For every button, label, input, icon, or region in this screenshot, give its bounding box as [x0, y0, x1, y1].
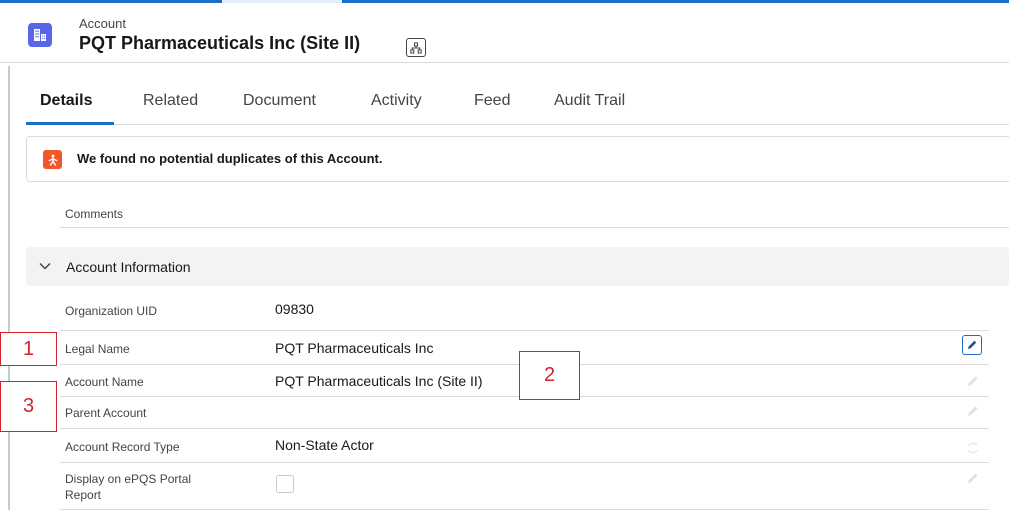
- record-object-type: Account: [79, 16, 126, 31]
- tab-feed[interactable]: Feed: [474, 92, 510, 110]
- field-value: PQT Pharmaceuticals Inc: [275, 340, 434, 356]
- duplicate-check-message: We found no potential duplicates of this…: [77, 151, 383, 166]
- tab-related[interactable]: Related: [143, 92, 198, 110]
- field-value: 09830: [275, 301, 314, 317]
- panel-left-border: [8, 66, 10, 510]
- tab-document[interactable]: Document: [243, 92, 316, 110]
- account-icon: [28, 23, 52, 47]
- record-header: Account PQT Pharmaceuticals Inc (Site II…: [0, 3, 1009, 63]
- pencil-icon[interactable]: [966, 471, 980, 485]
- field-row-parent-account: Parent Account: [60, 397, 989, 429]
- account-information-section-toggle[interactable]: Account Information: [26, 247, 1009, 286]
- field-label: Organization UID: [65, 304, 158, 318]
- field-label: Parent Account: [65, 406, 147, 420]
- hierarchy-icon: [410, 42, 422, 53]
- field-value: PQT Pharmaceuticals Inc (Site II): [275, 373, 483, 389]
- section-title: Account Information: [66, 259, 191, 275]
- edit-legal-name-button[interactable]: [962, 335, 982, 355]
- comments-label: Comments: [65, 207, 124, 221]
- duplicate-check-card: We found no potential duplicates of this…: [26, 136, 1009, 182]
- tab-details[interactable]: Details: [40, 92, 92, 110]
- comments-divider: [60, 227, 1009, 228]
- field-label: Account Name: [65, 375, 144, 389]
- annotation-marker-2: 2: [519, 351, 580, 400]
- view-hierarchy-button[interactable]: [406, 38, 426, 57]
- field-label: Display on ePQS Portal Report: [65, 472, 192, 502]
- pencil-icon: [968, 340, 977, 349]
- field-label: Account Record Type: [65, 440, 180, 454]
- active-tab-underline: [26, 122, 114, 125]
- field-row-organization-uid: Organization UID 09830: [60, 294, 989, 331]
- account-record-page: Account PQT Pharmaceuticals Inc (Site II…: [0, 0, 1009, 510]
- change-record-type-icon[interactable]: [966, 441, 980, 455]
- display-on-epqs-checkbox: [276, 475, 294, 493]
- record-title: PQT Pharmaceuticals Inc (Site II): [79, 33, 361, 53]
- pencil-icon[interactable]: [966, 374, 980, 388]
- chevron-down-icon: [39, 262, 51, 270]
- annotation-marker-1: 1: [0, 332, 57, 366]
- field-label: Legal Name: [65, 342, 130, 356]
- tab-activity[interactable]: Activity: [371, 92, 422, 110]
- record-tabs: Details Related Document Activity Feed A…: [26, 80, 1009, 125]
- field-row-account-record-type: Account Record Type Non-State Actor: [60, 429, 989, 463]
- field-value: Non-State Actor: [275, 437, 374, 453]
- field-row-display-on-epqs-portal-report: Display on ePQS Portal Report: [60, 463, 989, 510]
- duplicate-rules-icon: [43, 150, 62, 169]
- tab-audit-trail[interactable]: Audit Trail: [554, 92, 625, 110]
- pencil-icon[interactable]: [966, 404, 980, 418]
- annotation-marker-3: 3: [0, 381, 57, 432]
